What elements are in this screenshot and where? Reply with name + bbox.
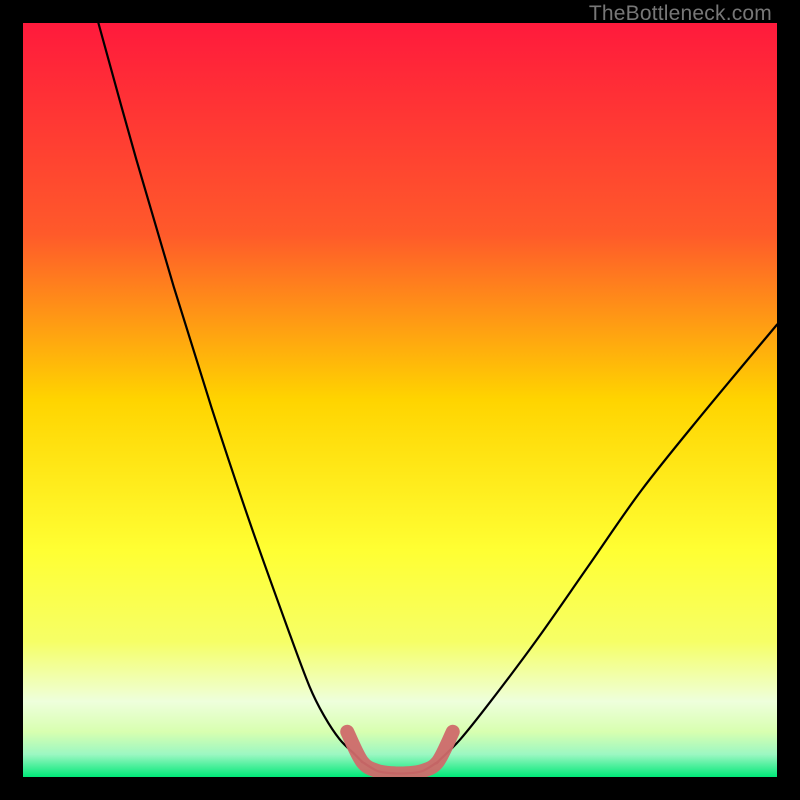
plot-area <box>23 23 777 777</box>
plot-svg <box>23 23 777 777</box>
outer-frame: TheBottleneck.com <box>0 0 800 800</box>
